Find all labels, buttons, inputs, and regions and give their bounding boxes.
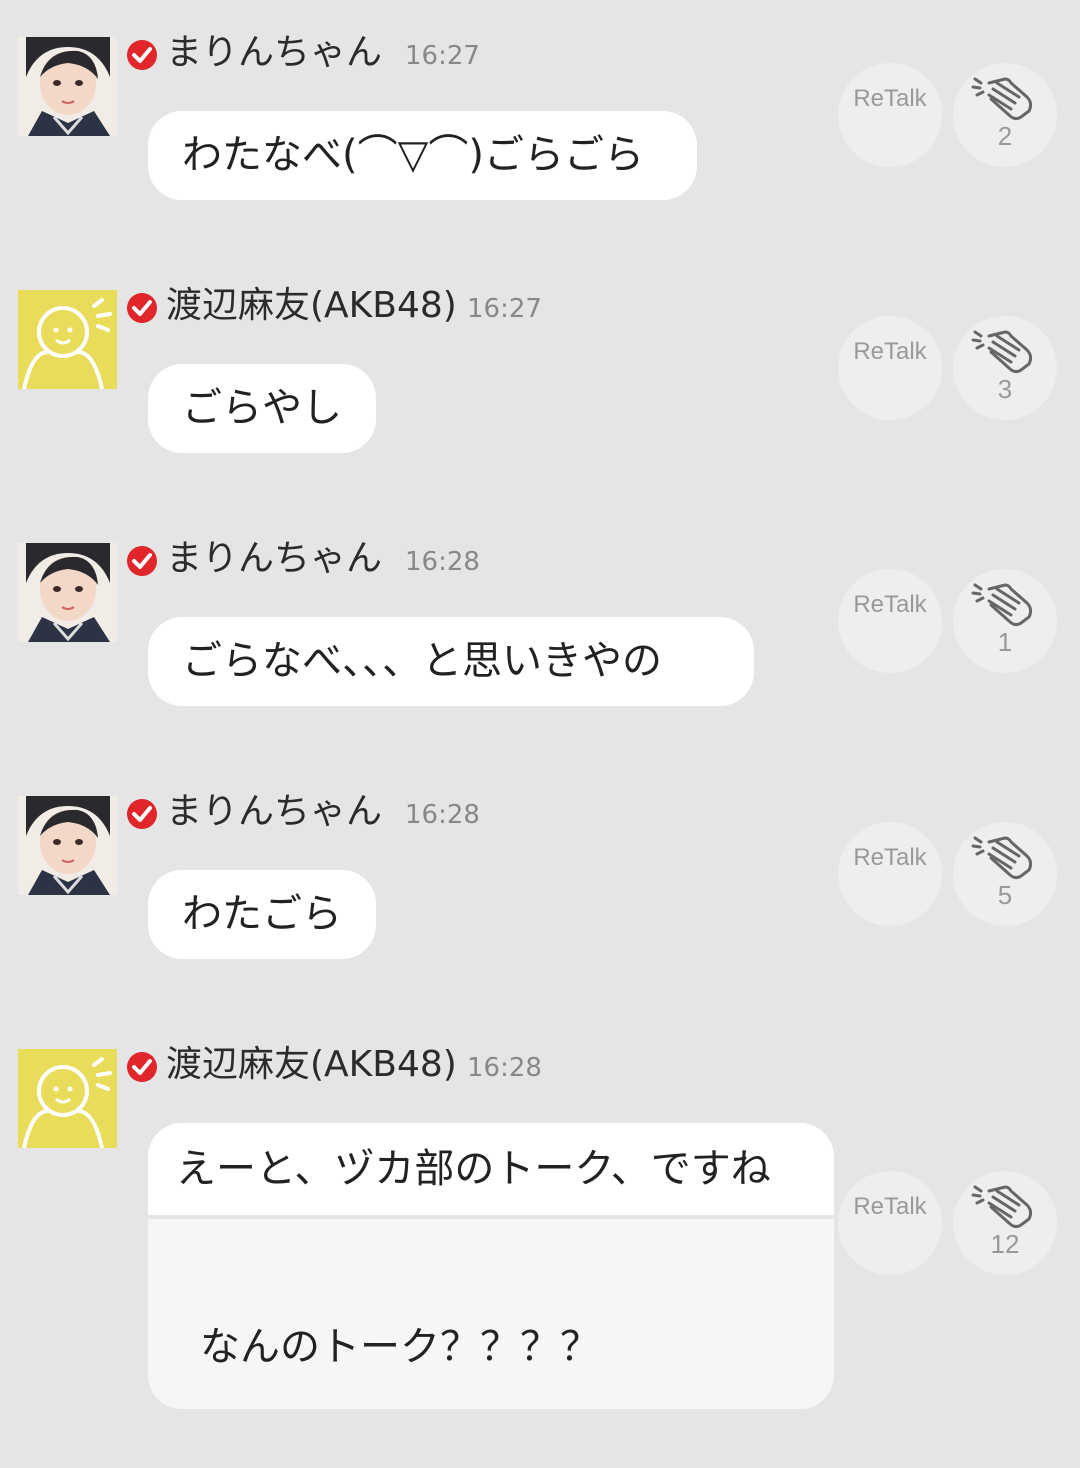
message-bubble: ごらやし <box>148 364 376 453</box>
avatar[interactable] <box>18 543 117 642</box>
author-name[interactable]: まりんちゃん <box>166 31 382 75</box>
verified-check-icon <box>127 799 157 829</box>
author-name[interactable]: まりんちゃん <box>166 537 382 581</box>
timestamp: 16:28 <box>405 547 480 577</box>
clap-button[interactable]: 3 <box>953 316 1057 420</box>
clap-icon <box>971 836 1033 880</box>
avatar[interactable] <box>18 796 117 895</box>
clap-count: 12 <box>990 1229 1020 1259</box>
verified-check-icon <box>127 1052 157 1082</box>
clap-icon <box>971 583 1033 627</box>
clap-count: 1 <box>997 627 1013 657</box>
retalk-button[interactable]: ReTalk <box>838 822 942 926</box>
clap-count: 5 <box>997 880 1013 910</box>
avatar[interactable] <box>18 37 117 136</box>
retalk-button[interactable]: ReTalk <box>838 63 942 167</box>
clap-button[interactable]: 2 <box>953 63 1057 167</box>
timestamp: 16:27 <box>405 41 480 71</box>
timestamp: 16:27 <box>467 294 542 324</box>
verified-check-icon <box>127 546 157 576</box>
author-name[interactable]: 渡辺麻友(AKB48) <box>166 1043 457 1087</box>
retalk-button[interactable]: ReTalk <box>838 1171 942 1275</box>
verified-check-icon <box>127 40 157 70</box>
clap-button[interactable]: 1 <box>953 569 1057 673</box>
author-name[interactable]: まりんちゃん <box>166 790 382 834</box>
clap-count: 2 <box>997 121 1013 151</box>
clap-count: 3 <box>997 374 1013 404</box>
message-bubble: わたごら <box>148 870 376 959</box>
talk-feed: まりんちゃん 16:27 わたなべ(⌒▽⌒)ごらごら ReTalk 2 渡辺麻友… <box>0 0 1080 1468</box>
clap-button[interactable]: 5 <box>953 822 1057 926</box>
reply-bubble: えーと、ヅカ部のトーク、ですね なんのトーク？？？？ <box>148 1123 834 1409</box>
clap-icon <box>971 1185 1033 1229</box>
clap-icon <box>971 330 1033 374</box>
timestamp: 16:28 <box>467 1053 542 1083</box>
retalk-button[interactable]: ReTalk <box>838 569 942 673</box>
verified-check-icon <box>127 293 157 323</box>
retalk-button[interactable]: ReTalk <box>838 316 942 420</box>
message-bubble: ごらなべ、、、と思いきやの <box>148 617 754 706</box>
timestamp: 16:28 <box>405 800 480 830</box>
message-bubble: わたなべ(⌒▽⌒)ごらごら <box>148 111 697 200</box>
clap-icon <box>971 77 1033 121</box>
avatar[interactable] <box>18 1049 117 1148</box>
reply-text: なんのトーク？？？？ <box>148 1219 834 1409</box>
avatar[interactable] <box>18 290 117 389</box>
quoted-message[interactable]: えーと、ヅカ部のトーク、ですね <box>148 1123 834 1215</box>
author-name[interactable]: 渡辺麻友(AKB48) <box>166 284 457 328</box>
clap-button[interactable]: 12 <box>953 1171 1057 1275</box>
